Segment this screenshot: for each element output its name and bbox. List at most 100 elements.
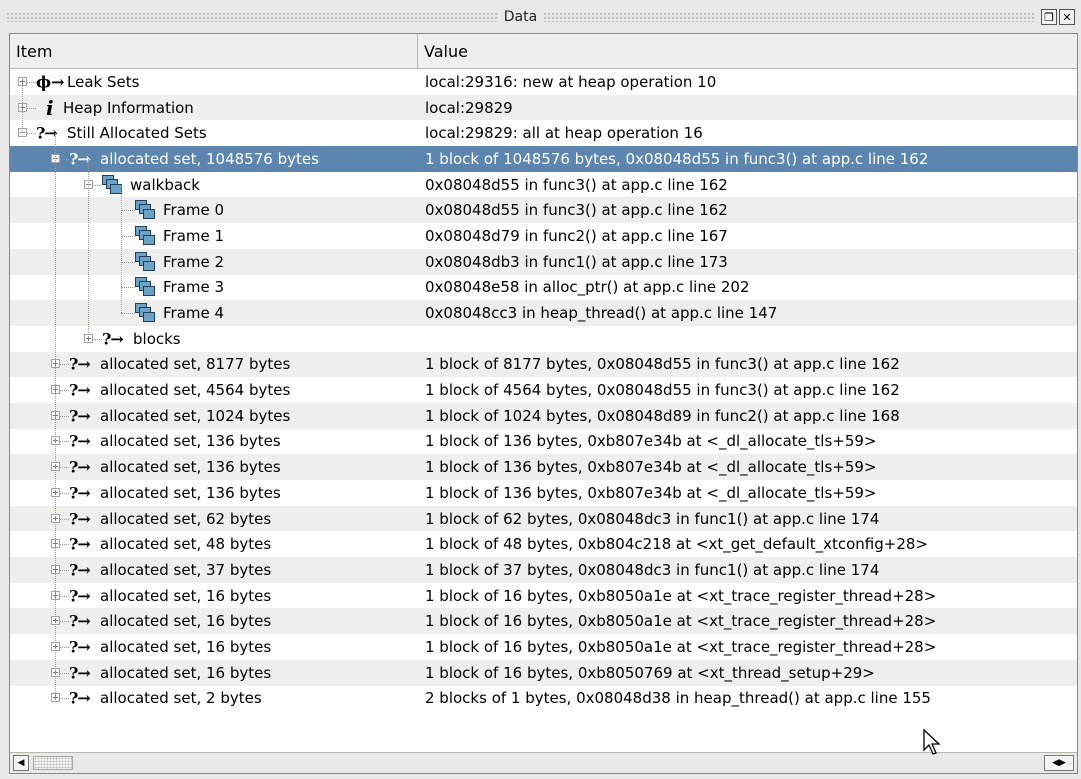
- value-cell: 1 block of 37 bytes, 0x08048dc3 in func1…: [425, 560, 880, 579]
- tree-row[interactable]: Frame 0 0x08048d55 in func3() at app.c li…: [10, 197, 1077, 224]
- item-label: allocated set, 136 bytes: [100, 458, 281, 477]
- allocated-icon: ?→: [69, 483, 91, 503]
- tree-row[interactable]: i Heap Information local:29829: [10, 94, 1077, 121]
- allocated-icon: ?→: [69, 637, 91, 657]
- item-label: allocated set, 136 bytes: [100, 483, 281, 502]
- allocated-icon: ?→: [69, 406, 91, 426]
- column-header-item[interactable]: Item: [10, 34, 418, 68]
- tree-row[interactable]: Frame 1 0x08048d79 in func2() at app.c li…: [10, 223, 1077, 249]
- allocated-icon: ?→: [69, 560, 91, 580]
- tree-row[interactable]: ?→ allocated set, 8177 bytes 1 block of 81…: [10, 351, 1077, 378]
- tree-connector: [121, 235, 135, 237]
- item-label: allocated set, 1024 bytes: [100, 406, 291, 425]
- tree-guide-line: [22, 81, 23, 134]
- tree-rows: ϕ→ Leak Sets local:29316: new at heap oper…: [10, 69, 1077, 711]
- value-cell: 1 block of 4564 bytes, 0x08048d55 in fun…: [425, 381, 900, 400]
- item-label: allocated set, 16 bytes: [100, 586, 272, 605]
- tree-row[interactable]: Frame 2 0x08048db3 in func1() at app.c li…: [10, 248, 1077, 275]
- item-label: allocated set, 16 bytes: [100, 663, 272, 682]
- value-cell: local:29829: all at heap operation 16: [425, 124, 703, 143]
- tree-row[interactable]: ?→ allocated set, 16 bytes 1 block of 16 b…: [10, 634, 1077, 660]
- value-cell: 0x08048cc3 in heap_thread() at app.c lin…: [425, 304, 778, 323]
- column-header-value[interactable]: Value: [418, 34, 1077, 68]
- allocated-icon: ?→: [69, 431, 91, 451]
- tree-row[interactable]: ?→ allocated set, 136 bytes 1 block of 136…: [10, 480, 1077, 506]
- item-label: allocated set, 16 bytes: [100, 637, 272, 656]
- allocated-icon: ?→: [69, 663, 91, 683]
- scroll-right-button[interactable]: ◀▶: [1044, 755, 1074, 771]
- stack-frames-icon: [135, 225, 157, 246]
- item-cell: ?→ allocated set, 16 bytes: [10, 634, 418, 660]
- tree-connector: [121, 210, 135, 212]
- allocated-icon: ?→: [69, 688, 91, 708]
- item-cell: ?→ allocated set, 16 bytes: [10, 608, 418, 634]
- tree-row[interactable]: ?→ allocated set, 1048576 bytes 1 block of…: [10, 146, 1077, 172]
- tree-row[interactable]: ?→ allocated set, 2 bytes 2 blocks of 1 by…: [10, 686, 1077, 712]
- float-button[interactable]: ❐: [1041, 9, 1057, 25]
- tree-connector: [121, 313, 135, 315]
- scroll-thumb[interactable]: [33, 756, 73, 770]
- tree-row[interactable]: walkback 0x08048d55 in func3() at app.c l…: [10, 172, 1077, 198]
- allocated-icon: ?→: [69, 380, 91, 400]
- tree-header: Item Value: [10, 34, 1077, 69]
- tree-row[interactable]: ?→ allocated set, 16 bytes 1 block of 16 b…: [10, 659, 1077, 686]
- item-cell: ?→ allocated set, 136 bytes: [10, 454, 418, 480]
- tree-row[interactable]: ?→ allocated set, 16 bytes 1 block of 16 b…: [10, 583, 1077, 609]
- tree-row[interactable]: ?→ allocated set, 37 bytes 1 block of 37 b…: [10, 557, 1077, 583]
- item-cell: ?→ allocated set, 8177 bytes: [10, 352, 418, 378]
- item-cell: ?→ allocated set, 2 bytes: [10, 686, 418, 712]
- item-label: allocated set, 8177 bytes: [100, 355, 291, 374]
- item-label: Frame 3: [163, 278, 225, 297]
- tree-row[interactable]: ?→ Still Allocated Sets local:29829: all a…: [10, 120, 1077, 146]
- item-label: Frame 0: [163, 201, 225, 220]
- value-cell: 0x08048e58 in alloc_ptr() at app.c line …: [425, 278, 750, 297]
- tree-row[interactable]: ?→ allocated set, 16 bytes 1 block of 16 b…: [10, 608, 1077, 635]
- data-tree-view[interactable]: Item Value ϕ→ Leak Sets local:29316: new a…: [9, 33, 1078, 774]
- tree-row[interactable]: ?→ allocated set, 48 bytes 1 block of 48 b…: [10, 531, 1077, 557]
- item-label: allocated set, 16 bytes: [100, 612, 272, 631]
- item-cell: Frame 3: [10, 275, 418, 301]
- dock-title-bar[interactable]: Data ❐ ✕: [0, 0, 1081, 34]
- horizontal-scrollbar[interactable]: ◀ ◀▶: [10, 752, 1077, 773]
- close-button[interactable]: ✕: [1059, 9, 1075, 25]
- item-label: allocated set, 136 bytes: [100, 432, 281, 451]
- item-label: Heap Information: [63, 98, 194, 117]
- tree-row[interactable]: Frame 3 0x08048e58 in alloc_ptr() at app.…: [10, 275, 1077, 301]
- value-cell: 1 block of 1048576 bytes, 0x08048d55 in …: [425, 149, 929, 168]
- tree-row[interactable]: ϕ→ Leak Sets local:29316: new at heap oper…: [10, 69, 1077, 95]
- tree-row[interactable]: ?→ allocated set, 62 bytes 1 block of 62 b…: [10, 505, 1077, 532]
- allocated-icon: ?→: [69, 509, 91, 529]
- tree-guide-line: [88, 158, 89, 339]
- scroll-arrows-icon: ◀▶: [1052, 758, 1066, 768]
- value-cell: 0x08048d55 in func3() at app.c line 162: [425, 201, 728, 220]
- item-label: Frame 1: [163, 226, 225, 245]
- title-grip-right[interactable]: [543, 12, 1035, 22]
- item-cell: ?→ allocated set, 62 bytes: [10, 506, 418, 532]
- item-cell: ?→ allocated set, 48 bytes: [10, 531, 418, 557]
- leak-sets-icon: ϕ→: [36, 72, 65, 92]
- tree-row[interactable]: ?→ allocated set, 1024 bytes 1 block of 10…: [10, 402, 1077, 429]
- tree-row[interactable]: ?→ allocated set, 136 bytes 1 block of 136…: [10, 429, 1077, 455]
- allocated-icon: ?→: [69, 586, 91, 606]
- value-cell: 1 block of 136 bytes, 0xb807e34b at <_dl…: [425, 432, 877, 451]
- dock-title: Data: [503, 9, 538, 25]
- value-cell: 0x08048d79 in func2() at app.c line 167: [425, 226, 728, 245]
- stack-frames-icon: [135, 251, 157, 272]
- tree-row[interactable]: ?→ blocks: [10, 326, 1077, 352]
- allocated-icon: ?→: [69, 534, 91, 554]
- mouse-pointer-icon: [923, 728, 941, 755]
- tree-row[interactable]: ?→ allocated set, 136 bytes 1 block of 136…: [10, 454, 1077, 480]
- item-label: allocated set, 4564 bytes: [100, 381, 291, 400]
- title-grip-left[interactable]: [6, 12, 498, 22]
- item-cell: ?→ Still Allocated Sets: [10, 120, 418, 146]
- value-cell: 1 block of 136 bytes, 0xb807e34b at <_dl…: [425, 483, 877, 502]
- value-cell: 1 block of 16 bytes, 0xb8050a1e at <xt_t…: [425, 612, 937, 631]
- item-label: Leak Sets: [67, 72, 140, 91]
- stack-frames-icon: [135, 303, 157, 323]
- item-cell: ?→ blocks: [10, 326, 418, 352]
- tree-row[interactable]: ?→ allocated set, 4564 bytes 1 block of 45…: [10, 377, 1077, 403]
- item-cell: ϕ→ Leak Sets: [10, 69, 418, 95]
- scroll-left-button[interactable]: ◀: [13, 755, 29, 771]
- tree-row[interactable]: Frame 4 0x08048cc3 in heap_thread() at ap…: [10, 300, 1077, 326]
- tree-guide-line: [121, 184, 122, 314]
